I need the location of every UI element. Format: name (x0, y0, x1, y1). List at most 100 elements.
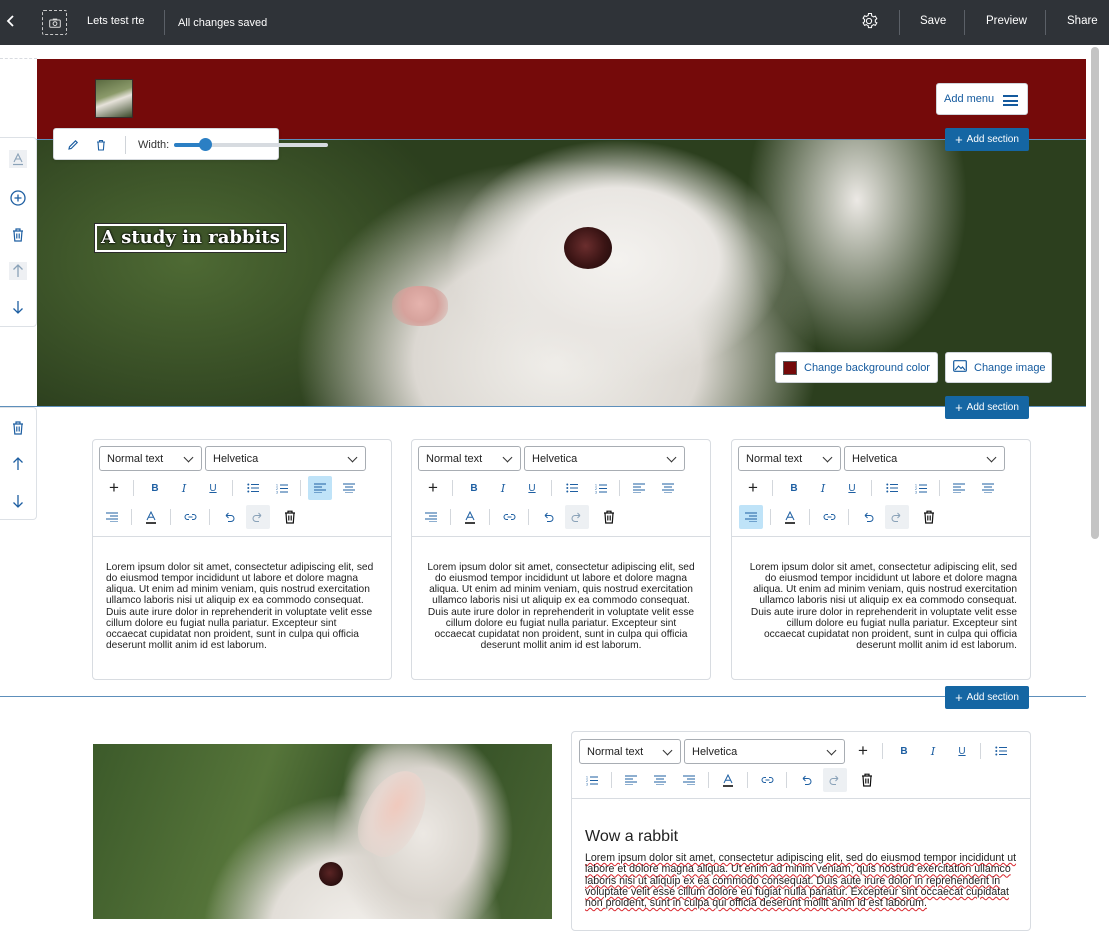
plus-icon[interactable]: + (741, 476, 765, 500)
align-left-icon[interactable] (627, 476, 651, 500)
plus-icon[interactable]: + (851, 739, 875, 763)
numbered-list-icon[interactable]: 123 (589, 476, 613, 500)
trash-icon[interactable] (278, 505, 302, 529)
trash-icon[interactable] (597, 505, 621, 529)
underline-button[interactable]: U (201, 476, 225, 500)
trash-icon[interactable] (855, 768, 879, 792)
align-left-icon[interactable] (308, 476, 332, 500)
change-image-button[interactable]: Change image (945, 352, 1052, 383)
arrow-up-icon[interactable] (9, 262, 27, 280)
plus-icon[interactable]: + (421, 476, 445, 500)
align-center-icon[interactable] (656, 476, 680, 500)
bullet-list-icon[interactable] (880, 476, 904, 500)
save-button[interactable]: Save (920, 15, 946, 27)
redo-icon[interactable] (823, 768, 847, 792)
plus-icon[interactable]: + (102, 476, 126, 500)
back-arrow-icon[interactable] (6, 14, 20, 30)
bold-button[interactable]: B (462, 476, 486, 500)
share-button[interactable]: Share (1067, 15, 1098, 27)
align-right-icon[interactable] (100, 505, 124, 529)
undo-icon[interactable] (217, 505, 241, 529)
italic-button[interactable]: I (921, 739, 945, 763)
scrollbar-thumb[interactable] (1091, 47, 1099, 539)
bullet-list-icon[interactable] (241, 476, 265, 500)
text-style-select[interactable]: Normal text (99, 446, 202, 471)
section-paragraph[interactable]: Lorem ipsum dolor sit amet, consectetur … (585, 852, 1017, 909)
text-style-select[interactable]: Normal text (418, 446, 521, 471)
align-center-icon[interactable] (976, 476, 1000, 500)
numbered-list-icon[interactable]: 123 (270, 476, 294, 500)
text-style-select[interactable]: Normal text (579, 739, 681, 764)
hero-title[interactable]: A study in rabbits (95, 224, 286, 252)
bold-button[interactable]: B (143, 476, 167, 500)
add-section-button[interactable]: + Add section (945, 686, 1029, 709)
pencil-icon[interactable] (66, 138, 80, 152)
bold-button[interactable]: B (892, 739, 916, 763)
font-family-select[interactable]: Helvetica (684, 739, 845, 764)
rich-text-editor[interactable]: Normal text Helvetica + B I U 123 Wow a … (571, 731, 1031, 931)
add-section-button[interactable]: + Add section (945, 396, 1029, 419)
preview-button[interactable]: Preview (986, 15, 1027, 27)
column-paragraph[interactable]: Lorem ipsum dolor sit amet, consectetur … (106, 562, 378, 651)
column-paragraph[interactable]: Lorem ipsum dolor sit amet, consectetur … (425, 562, 697, 651)
width-slider-handle[interactable] (198, 138, 212, 151)
link-icon[interactable] (178, 505, 202, 529)
numbered-list-icon[interactable]: 123 (580, 768, 604, 792)
column-paragraph[interactable]: Lorem ipsum dolor sit amet, consectetur … (745, 562, 1017, 651)
align-right-icon[interactable] (677, 768, 701, 792)
rich-text-editor[interactable]: Normal text Helvetica + B I U 123 Lorem … (92, 439, 392, 680)
underline-button[interactable]: U (840, 476, 864, 500)
arrow-down-icon[interactable] (9, 298, 27, 316)
rich-text-editor[interactable]: Normal text Helvetica + B I U 123 Lorem … (731, 439, 1031, 680)
add-menu-button[interactable]: Add menu (936, 83, 1028, 115)
italic-button[interactable]: I (172, 476, 196, 500)
font-family-select[interactable]: Helvetica (844, 446, 1005, 471)
redo-icon[interactable] (565, 505, 589, 529)
scrollbar[interactable] (1090, 45, 1109, 919)
redo-icon[interactable] (885, 505, 909, 529)
align-right-icon[interactable] (739, 505, 763, 529)
text-color-icon[interactable] (9, 150, 27, 168)
italic-button[interactable]: I (491, 476, 515, 500)
link-icon[interactable] (497, 505, 521, 529)
arrow-up-icon[interactable] (9, 455, 27, 473)
add-section-button[interactable]: + Add section (945, 128, 1029, 151)
trash-icon[interactable] (917, 505, 941, 529)
bullet-list-icon[interactable] (560, 476, 584, 500)
redo-icon[interactable] (246, 505, 270, 529)
add-circle-icon[interactable] (9, 189, 27, 207)
change-background-color-button[interactable]: Change background color (775, 352, 938, 383)
align-center-icon[interactable] (337, 476, 361, 500)
text-color-icon[interactable] (778, 505, 802, 529)
underline-button[interactable]: U (950, 739, 974, 763)
text-color-icon[interactable] (716, 768, 740, 792)
align-left-icon[interactable] (947, 476, 971, 500)
arrow-down-icon[interactable] (9, 492, 27, 510)
font-family-select[interactable]: Helvetica (524, 446, 685, 471)
bullet-list-icon[interactable] (989, 739, 1013, 763)
site-logo[interactable] (95, 79, 133, 118)
text-color-icon[interactable] (458, 505, 482, 529)
undo-icon[interactable] (856, 505, 880, 529)
document-title[interactable]: Lets test rte (87, 15, 144, 27)
rabbit-photo[interactable] (93, 744, 552, 919)
thumbnail-camera-button[interactable] (42, 10, 67, 35)
trash-icon[interactable] (94, 138, 108, 152)
italic-button[interactable]: I (811, 476, 835, 500)
section-heading[interactable]: Wow a rabbit (585, 828, 678, 846)
underline-button[interactable]: U (520, 476, 544, 500)
numbered-list-icon[interactable]: 123 (909, 476, 933, 500)
width-slider[interactable] (174, 138, 328, 151)
link-icon[interactable] (755, 768, 779, 792)
text-color-icon[interactable] (139, 505, 163, 529)
gear-icon[interactable] (860, 12, 878, 30)
align-center-icon[interactable] (648, 768, 672, 792)
undo-icon[interactable] (794, 768, 818, 792)
align-left-icon[interactable] (619, 768, 643, 792)
text-style-select[interactable]: Normal text (738, 446, 841, 471)
font-family-select[interactable]: Helvetica (205, 446, 366, 471)
bold-button[interactable]: B (782, 476, 806, 500)
trash-icon[interactable] (9, 419, 27, 437)
trash-icon[interactable] (9, 226, 27, 244)
link-icon[interactable] (817, 505, 841, 529)
